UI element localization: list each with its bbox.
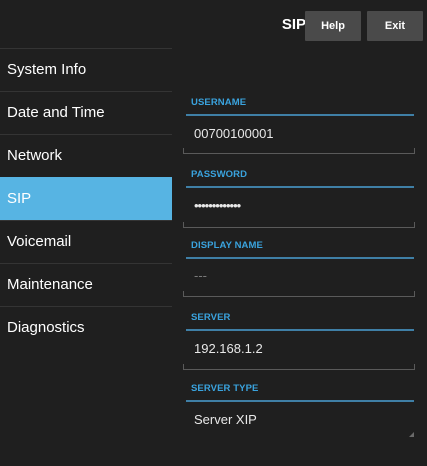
password-label: PASSWORD [191,169,248,180]
sidebar-item-voicemail[interactable]: Voicemail [0,220,172,263]
server-type-select[interactable]: Server XIP [194,412,257,427]
server-type-label: SERVER TYPE [191,383,259,394]
sidebar-item-diagnostics[interactable]: Diagnostics [0,306,172,349]
password-underline [186,186,414,188]
help-button[interactable]: Help [305,11,361,41]
exit-button[interactable]: Exit [367,11,423,41]
display-name-field-border [183,291,415,297]
password-field-border [183,222,415,228]
server-label: SERVER [191,312,231,323]
username-label: USERNAME [191,97,247,108]
password-field[interactable]: ••••••••••••• [194,198,241,213]
sidebar-item-sip[interactable]: SIP [0,177,172,220]
server-underline [186,329,414,331]
display-name-label: DISPLAY NAME [191,240,263,251]
display-name-field[interactable]: --- [194,268,207,283]
dropdown-corner-icon[interactable] [409,432,414,437]
server-field[interactable]: 192.168.1.2 [194,341,263,356]
username-field[interactable]: 00700100001 [194,126,274,141]
sidebar: System Info Date and Time Network SIP Vo… [0,48,172,349]
server-field-border [183,364,415,370]
page-title: SIP [281,16,306,33]
sidebar-item-network[interactable]: Network [0,134,172,177]
sidebar-item-system-info[interactable]: System Info [0,48,172,91]
username-underline [186,114,414,116]
username-field-border [183,148,415,154]
sidebar-item-date-and-time[interactable]: Date and Time [0,91,172,134]
display-name-underline [186,257,414,259]
header-bar: SIP Help Exit [0,0,427,48]
sidebar-item-maintenance[interactable]: Maintenance [0,263,172,306]
server-type-underline [186,400,414,402]
